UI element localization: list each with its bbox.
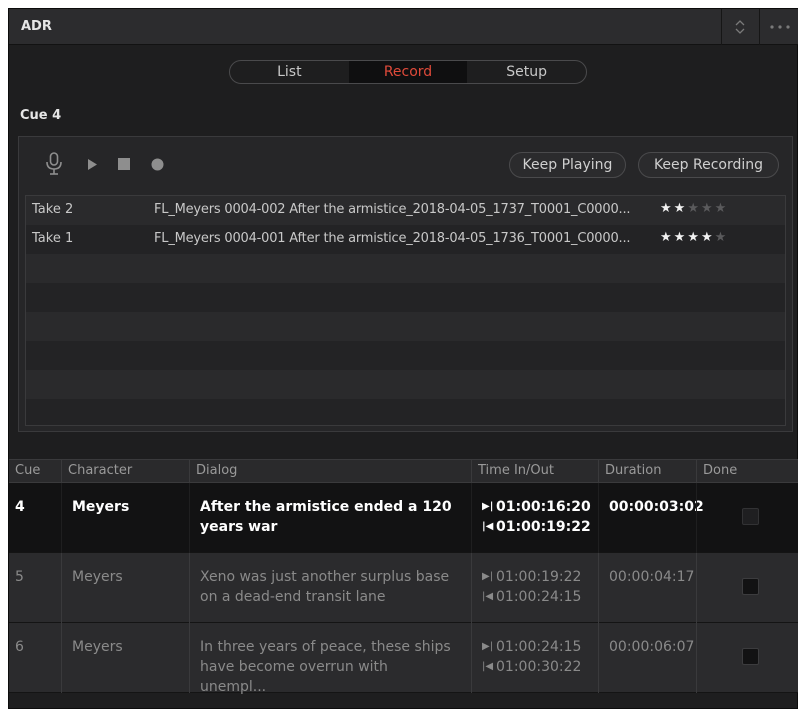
done-cell [696, 553, 798, 623]
star-icon[interactable]: ★ [674, 201, 688, 216]
tab-setup[interactable]: Setup [467, 61, 586, 83]
time-in: ▶︎| 01:00:19:22 [482, 567, 598, 587]
character-name: Meyers [61, 553, 189, 623]
mode-tabs: List Record Setup [229, 60, 587, 84]
record-toolbar: Keep Playing Keep Recording [19, 137, 792, 193]
cue-number: 5 [15, 569, 24, 585]
time-in-value: 01:00:24:15 [496, 639, 582, 655]
star-icon[interactable]: ★ [674, 230, 688, 245]
star-icon[interactable]: ★ [660, 201, 674, 216]
star-icon[interactable]: ★ [687, 201, 701, 216]
duration: 00:00:04:17 [598, 553, 696, 623]
table-row[interactable]: 5 Meyers Xeno was just another surplus b… [9, 553, 798, 623]
time-out-icon: |◀︎ [482, 521, 494, 532]
dialog-text: After the armistice ended a 120 years wa… [200, 499, 452, 535]
duration: 00:00:03:02 [598, 483, 704, 553]
column-header-dialog[interactable]: Dialog [189, 460, 471, 482]
record-icon[interactable] [150, 157, 164, 171]
time-out: |◀︎ 01:00:30:22 [482, 657, 598, 677]
time-in-icon: ▶︎| [482, 571, 494, 582]
table-row[interactable]: 4 Meyers After the armistice ended a 120… [9, 483, 798, 553]
star-icon[interactable]: ★ [715, 230, 729, 245]
done-checkbox[interactable] [742, 578, 759, 595]
keep-playing-button[interactable]: Keep Playing [509, 152, 626, 178]
time-in-icon: ▶︎| [482, 501, 494, 512]
time-in: ▶︎| 01:00:16:20 [482, 497, 598, 517]
star-rating[interactable]: ★★★★★ [660, 230, 728, 245]
empty-row [26, 283, 785, 312]
empty-row [26, 370, 785, 399]
star-rating[interactable]: ★★★★★ [660, 201, 728, 216]
adr-panel: ADR List Record Setup Cue 4 Keep Playing… [8, 8, 798, 709]
column-header-duration[interactable]: Duration [598, 460, 696, 482]
play-icon[interactable] [85, 157, 99, 171]
dialog-cell: Xeno was just another surplus base on a … [189, 553, 471, 623]
takes-list: Take 2 FL_Meyers 0004-002 After the armi… [25, 195, 786, 426]
dialog-cell: In three years of peace, these ships hav… [189, 623, 471, 695]
time-out-icon: |◀︎ [482, 661, 494, 672]
time-out-value: 01:00:24:15 [496, 589, 582, 605]
dialog-text: Xeno was just another surplus base on a … [200, 569, 450, 605]
take-row[interactable]: Take 2 FL_Meyers 0004-002 After the armi… [26, 196, 785, 225]
done-cell [696, 623, 798, 693]
empty-row [26, 399, 785, 425]
cue-number: 4 [15, 499, 25, 515]
more-options-icon[interactable] [760, 9, 798, 45]
take-name: Take 1 [32, 231, 74, 246]
time-in-icon: ▶︎| [482, 641, 494, 652]
star-icon[interactable]: ★ [715, 201, 729, 216]
column-header-cue[interactable]: Cue [9, 460, 61, 482]
empty-row [26, 341, 785, 370]
take-row[interactable]: Take 1 FL_Meyers 0004-001 After the armi… [26, 225, 785, 254]
title-bar: ADR [9, 9, 798, 45]
dialog-text: In three years of peace, these ships hav… [200, 639, 451, 695]
column-header-done[interactable]: Done [696, 460, 798, 482]
tab-record[interactable]: Record [348, 61, 468, 83]
time-in-out: ▶︎| 01:00:16:20 |◀︎ 01:00:19:22 [471, 483, 598, 553]
microphone-icon[interactable] [43, 151, 65, 177]
column-header-character[interactable]: Character [61, 460, 189, 482]
takes-section: Keep Playing Keep Recording Take 2 FL_Me… [18, 136, 793, 432]
stop-icon[interactable] [117, 157, 131, 171]
expand-collapse-icon[interactable] [722, 9, 758, 45]
time-out: |◀︎ 01:00:19:22 [482, 517, 598, 537]
empty-row [26, 254, 785, 283]
duration: 00:00:06:07 [598, 623, 696, 693]
take-filename: FL_Meyers 0004-002 After the armistice_2… [154, 202, 631, 217]
keep-recording-button[interactable]: Keep Recording [638, 152, 779, 178]
dialog-cell: After the armistice ended a 120 years wa… [189, 483, 471, 553]
star-icon[interactable]: ★ [660, 230, 674, 245]
time-in-value: 01:00:16:20 [496, 499, 591, 515]
star-icon[interactable]: ★ [687, 230, 701, 245]
time-in-out: ▶︎| 01:00:24:15 |◀︎ 01:00:30:22 [471, 623, 598, 693]
cue-title: Cue 4 [20, 108, 62, 123]
time-out: |◀︎ 01:00:24:15 [482, 587, 598, 607]
cue-table-header: Cue Character Dialog Time In/Out Duratio… [9, 459, 798, 483]
time-out-value: 01:00:30:22 [496, 659, 582, 675]
table-row[interactable]: 6 Meyers In three years of peace, these … [9, 623, 798, 695]
star-icon[interactable]: ★ [701, 201, 715, 216]
star-icon[interactable]: ★ [701, 230, 715, 245]
done-checkbox[interactable] [742, 508, 759, 525]
tab-list[interactable]: List [230, 61, 349, 83]
time-in-value: 01:00:19:22 [496, 569, 582, 585]
time-in-out: ▶︎| 01:00:19:22 |◀︎ 01:00:24:15 [471, 553, 598, 623]
cue-number: 6 [15, 639, 24, 655]
time-in: ▶︎| 01:00:24:15 [482, 637, 598, 657]
character-name: Meyers [61, 623, 189, 693]
character-name: Meyers [61, 483, 189, 553]
panel-title: ADR [21, 19, 52, 34]
done-checkbox[interactable] [742, 648, 759, 665]
empty-row [26, 312, 785, 341]
time-out-value: 01:00:19:22 [496, 519, 591, 535]
take-name: Take 2 [32, 202, 74, 217]
time-out-icon: |◀︎ [482, 591, 494, 602]
take-filename: FL_Meyers 0004-001 After the armistice_2… [154, 231, 631, 246]
done-cell [696, 483, 798, 553]
column-header-time[interactable]: Time In/Out [471, 460, 598, 482]
